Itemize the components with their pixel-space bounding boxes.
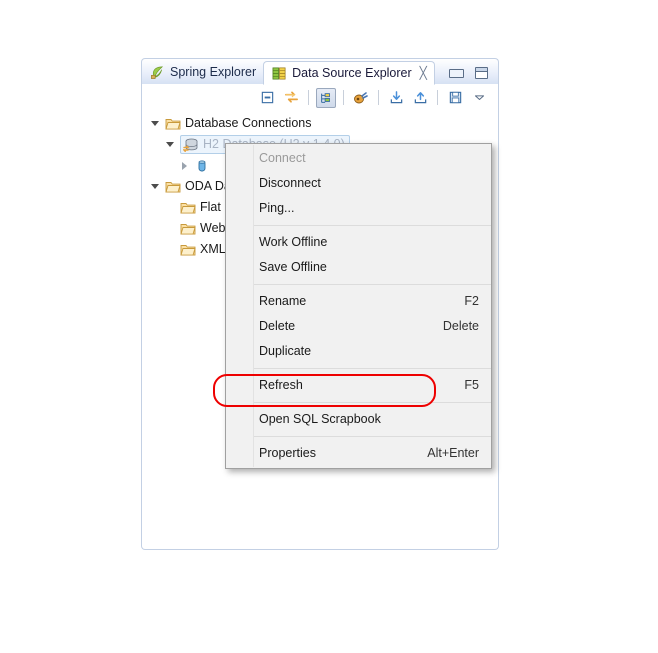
toolbar-separator — [378, 90, 379, 105]
screenshot-root: Spring Explorer Data Source Explorer ╳ D… — [0, 0, 658, 653]
tree-item-database-connections[interactable]: Database Connections — [148, 113, 498, 134]
twisty-collapsed-icon[interactable] — [178, 161, 191, 170]
sync-arrows-icon — [284, 90, 299, 105]
menu-item-disconnect[interactable]: Disconnect — [226, 171, 491, 196]
menu-item-save-offline[interactable]: Save Offline — [226, 255, 491, 280]
tab-data-source-explorer[interactable]: Data Source Explorer ╳ — [263, 61, 435, 85]
database-cylinder-icon — [195, 159, 209, 173]
menu-item-label: Save Offline — [259, 260, 327, 275]
menu-item-properties[interactable]: Properties Alt+Enter — [226, 441, 491, 466]
twisty-expanded-icon[interactable] — [148, 184, 161, 189]
menu-item-label: Duplicate — [259, 344, 312, 359]
menu-item-work-offline[interactable]: Work Offline — [226, 230, 491, 255]
open-folder-icon — [180, 243, 196, 257]
menu-item-delete[interactable]: Delete Delete — [226, 314, 491, 339]
toolbar-separator — [343, 90, 344, 105]
link-tree-icon — [319, 91, 333, 105]
menu-item-rename[interactable]: Rename F2 — [226, 289, 491, 314]
link-with-editor-button[interactable] — [316, 87, 336, 108]
database-connected-icon — [183, 138, 199, 152]
minimize-button[interactable] — [449, 68, 464, 78]
spring-leaf-icon — [150, 65, 165, 80]
new-connection-profile-button[interactable] — [351, 88, 371, 108]
menu-item-accelerator: Alt+Enter — [427, 446, 479, 461]
close-icon[interactable]: ╳ — [420, 67, 427, 79]
menu-item-accelerator: Delete — [442, 319, 479, 334]
menu-item-refresh[interactable]: Refresh F5 — [226, 373, 491, 398]
view-toolbar — [142, 84, 498, 111]
menu-item-ping[interactable]: Ping... — [226, 196, 491, 221]
menu-separator — [254, 402, 491, 403]
twisty-expanded-icon[interactable] — [148, 121, 161, 126]
view-tab-strip: Spring Explorer Data Source Explorer ╳ — [141, 58, 499, 85]
tree-item-label: Database Connections — [185, 116, 312, 131]
menu-item-open-sql-scrapbook[interactable]: Open SQL Scrapbook — [226, 407, 491, 432]
import-arrow-icon — [389, 90, 404, 105]
collapse-all-icon — [260, 90, 275, 105]
tab-spring-explorer[interactable]: Spring Explorer — [142, 60, 263, 84]
view-window-buttons — [449, 67, 498, 84]
menu-item-label: Ping... — [259, 201, 295, 216]
data-source-icon — [272, 66, 287, 81]
export-arrow-icon — [413, 90, 428, 105]
menu-separator — [254, 436, 491, 437]
save-button[interactable] — [445, 88, 465, 108]
twisty-expanded-icon[interactable] — [163, 142, 176, 147]
toolbar-separator — [437, 90, 438, 105]
export-button[interactable] — [410, 88, 430, 108]
menu-item-label: Refresh — [259, 378, 303, 393]
menu-item-connect: Connect — [226, 146, 491, 171]
open-folder-icon — [165, 117, 181, 131]
menu-item-label: Disconnect — [259, 176, 321, 191]
menu-separator — [254, 225, 491, 226]
view-menu-button[interactable] — [469, 88, 489, 108]
maximize-button[interactable] — [475, 67, 488, 79]
menu-item-label: Properties — [259, 446, 316, 461]
tab-label: Spring Explorer — [170, 65, 257, 79]
menu-item-duplicate[interactable]: Duplicate — [226, 339, 491, 364]
menu-item-label: Work Offline — [259, 235, 328, 250]
menu-item-label: Connect — [259, 151, 306, 166]
menu-separator — [254, 368, 491, 369]
menu-item-accelerator: F5 — [464, 378, 479, 393]
toolbar-separator — [308, 90, 309, 105]
collapse-all-button[interactable] — [257, 88, 277, 108]
connection-plug-icon — [353, 90, 369, 106]
menu-separator — [254, 284, 491, 285]
import-button[interactable] — [386, 88, 406, 108]
menu-item-label: Delete — [259, 319, 296, 334]
menu-item-label: Open SQL Scrapbook — [259, 412, 381, 427]
chevron-down-icon — [473, 91, 486, 104]
context-menu: Connect Disconnect Ping... Work Offline … — [225, 143, 492, 469]
menu-item-label: Rename — [259, 294, 307, 309]
floppy-disk-icon — [448, 90, 463, 105]
open-folder-icon — [180, 201, 196, 215]
tab-label: Data Source Explorer — [292, 66, 412, 80]
open-folder-icon — [165, 180, 181, 194]
open-folder-icon — [180, 222, 196, 236]
menu-item-accelerator: F2 — [464, 294, 479, 309]
refresh-button[interactable] — [281, 88, 301, 108]
